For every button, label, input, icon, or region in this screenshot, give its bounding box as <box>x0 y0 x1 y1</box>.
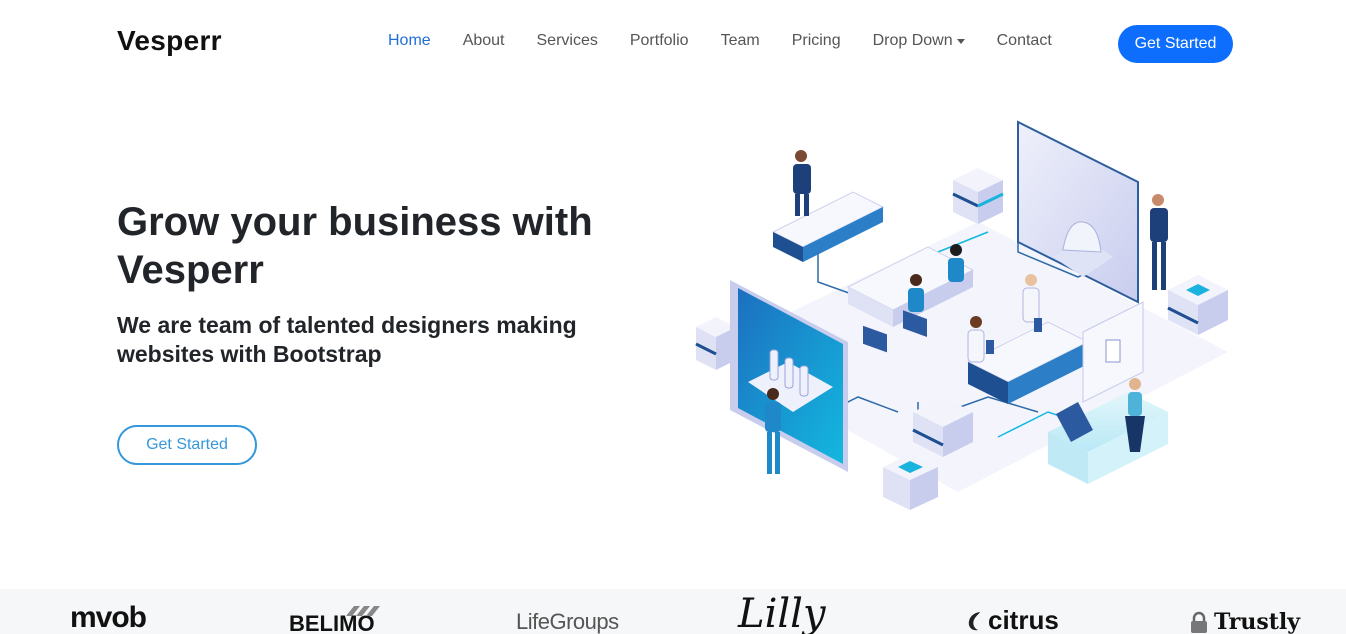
lock-icon <box>1191 611 1207 633</box>
clients-strip: mvob BELIMO LifeGroups Lilly citrus Trus… <box>0 589 1346 634</box>
client-logo-mvob: mvob <box>70 601 147 634</box>
client-logo-trustly: Trustly <box>1188 609 1300 634</box>
get-started-hero-button[interactable]: Get Started <box>117 425 257 465</box>
client-logo-trustly-label: Trustly <box>1214 609 1301 634</box>
nav-pricing[interactable]: Pricing <box>792 32 841 50</box>
nav-services[interactable]: Services <box>537 32 598 50</box>
main-nav: Home About Services Portfolio Team Prici… <box>388 32 1084 50</box>
client-logo-citrus-label: citrus <box>988 605 1059 634</box>
belimo-mark-icon <box>346 606 380 616</box>
nav-team[interactable]: Team <box>721 32 760 50</box>
hero-illustration <box>695 120 1228 510</box>
nav-dropdown[interactable]: Drop Down <box>873 32 965 50</box>
client-logo-citrus: citrus <box>966 605 1059 634</box>
client-logo-lifegroups: LifeGroups <box>516 609 619 634</box>
brand-logo[interactable]: Vesperr <box>117 25 222 57</box>
nav-home[interactable]: Home <box>388 32 431 50</box>
hero-title: Grow your business with Vesperr <box>117 200 593 292</box>
nav-dropdown-label: Drop Down <box>872 32 953 49</box>
get-started-nav-button[interactable]: Get Started <box>1118 25 1233 63</box>
nav-about[interactable]: About <box>463 32 505 50</box>
client-logo-lilly: Lilly <box>738 591 826 634</box>
hero-subtitle: We are team of talented designers making… <box>117 312 577 367</box>
nav-portfolio[interactable]: Portfolio <box>630 32 689 50</box>
citrus-mark-icon <box>968 611 980 630</box>
nav-contact[interactable]: Contact <box>997 32 1052 50</box>
caret-down-icon <box>956 38 965 44</box>
site-header: Vesperr Home About Services Portfolio Te… <box>0 0 1346 86</box>
